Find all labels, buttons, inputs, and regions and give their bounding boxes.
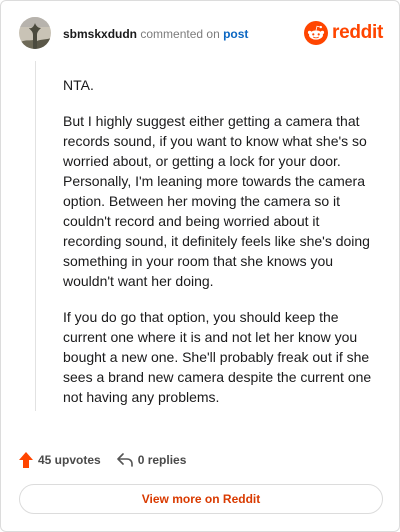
replies-stat[interactable]: 0 replies (116, 453, 187, 467)
comment-paragraph: But I highly suggest either getting a ca… (63, 113, 370, 289)
thread-line (35, 61, 36, 411)
replies-count: 0 replies (137, 453, 187, 467)
username-link[interactable]: sbmskxdudn (63, 27, 137, 41)
comment-paragraph: If you do go that option, you should kee… (63, 309, 372, 405)
upvote-arrow-icon (19, 452, 33, 468)
commented-on-label: commented on (140, 27, 220, 41)
reddit-snoo-icon (304, 21, 329, 45)
upvotes-stat[interactable]: 45 upvotes (19, 452, 101, 468)
comment-header: sbmskxdudn commented on post reddit (19, 17, 383, 51)
post-link[interactable]: post (223, 27, 248, 41)
comment-body: NTA. But I highly suggest either getting… (63, 75, 381, 423)
comment-stats: 45 upvotes 0 replies (19, 449, 186, 471)
user-avatar[interactable] (19, 17, 51, 49)
reddit-logo[interactable]: reddit (304, 19, 383, 47)
view-more-button[interactable]: View more on Reddit (19, 484, 383, 514)
comment-meta: sbmskxdudn commented on post (63, 26, 248, 42)
comment-paragraph: NTA. (63, 77, 94, 93)
reply-arrow-icon (116, 453, 133, 467)
comment-embed-card: sbmskxdudn commented on post reddit NTA.… (0, 0, 400, 532)
reddit-wordmark: reddit (332, 22, 383, 43)
upvotes-count: 45 upvotes (38, 453, 101, 467)
